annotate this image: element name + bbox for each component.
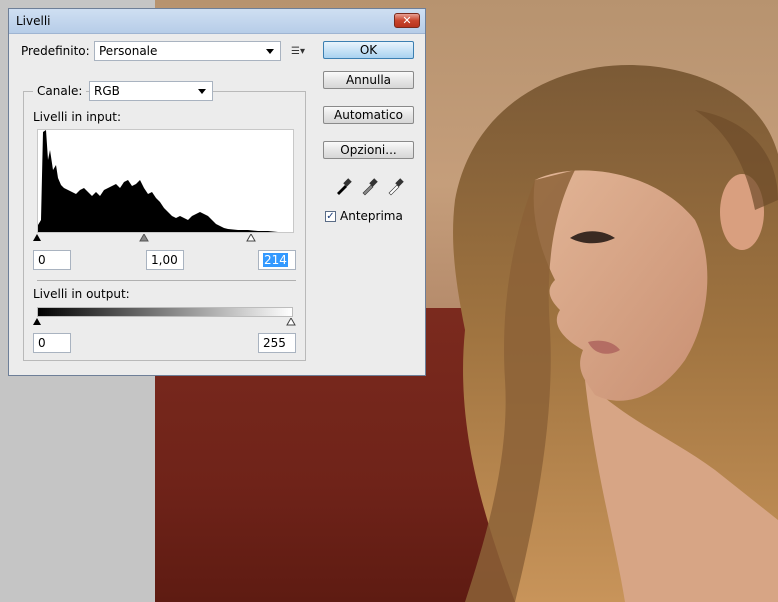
histogram-graph xyxy=(38,130,278,232)
output-white-value: 255 xyxy=(263,336,286,350)
channel-dropdown[interactable]: RGB xyxy=(89,81,213,101)
channel-label: Canale: xyxy=(33,84,87,98)
histogram xyxy=(37,129,294,233)
preset-menu-icon[interactable]: ☰▾ xyxy=(291,46,305,58)
preset-label: Predefinito: xyxy=(21,44,90,58)
gray-eyedropper-icon[interactable] xyxy=(360,176,378,196)
input-gamma-handle xyxy=(139,234,149,242)
input-gamma-field[interactable]: 1,00 xyxy=(146,250,184,270)
channel-value: RGB xyxy=(94,84,120,98)
output-slider[interactable] xyxy=(33,318,297,328)
preview-checkbox[interactable]: ✓ xyxy=(325,211,336,222)
input-slider[interactable] xyxy=(33,234,297,244)
divider xyxy=(37,280,296,281)
input-white-value: 214 xyxy=(263,253,288,267)
input-gamma-value: 1,00 xyxy=(151,253,178,267)
chevron-down-icon xyxy=(198,89,206,94)
white-eyedropper-icon[interactable] xyxy=(386,176,404,196)
title-bar[interactable]: Livelli ✕ xyxy=(9,9,425,34)
output-black-value: 0 xyxy=(38,336,46,350)
close-icon[interactable]: ✕ xyxy=(394,13,420,28)
output-black-handle xyxy=(33,318,41,325)
output-levels-label: Livelli in output: xyxy=(33,287,130,301)
chevron-down-icon xyxy=(266,49,274,54)
input-black-field[interactable]: 0 xyxy=(33,250,71,270)
input-white-handle xyxy=(246,234,256,242)
ok-button[interactable]: OK xyxy=(323,41,414,59)
input-black-handle xyxy=(33,234,41,241)
black-eyedropper-icon[interactable] xyxy=(334,176,352,196)
output-black-field[interactable]: 0 xyxy=(33,333,71,353)
output-gradient xyxy=(37,307,293,317)
preset-dropdown[interactable]: Personale xyxy=(94,41,281,61)
output-white-field[interactable]: 255 xyxy=(258,333,296,353)
input-white-field[interactable]: 214 xyxy=(258,250,296,270)
input-levels-label: Livelli in input: xyxy=(33,110,121,124)
dialog-title: Livelli xyxy=(16,14,51,28)
levels-dialog: Livelli ✕ Predefinito: Personale ☰▾ Cana… xyxy=(8,8,426,376)
cancel-button[interactable]: Annulla xyxy=(323,71,414,89)
output-white-handle xyxy=(286,318,296,326)
options-button[interactable]: Opzioni... xyxy=(323,141,414,159)
preview-label: Anteprima xyxy=(340,209,403,223)
auto-button[interactable]: Automatico xyxy=(323,106,414,124)
input-black-value: 0 xyxy=(38,253,46,267)
preset-value: Personale xyxy=(99,44,158,58)
